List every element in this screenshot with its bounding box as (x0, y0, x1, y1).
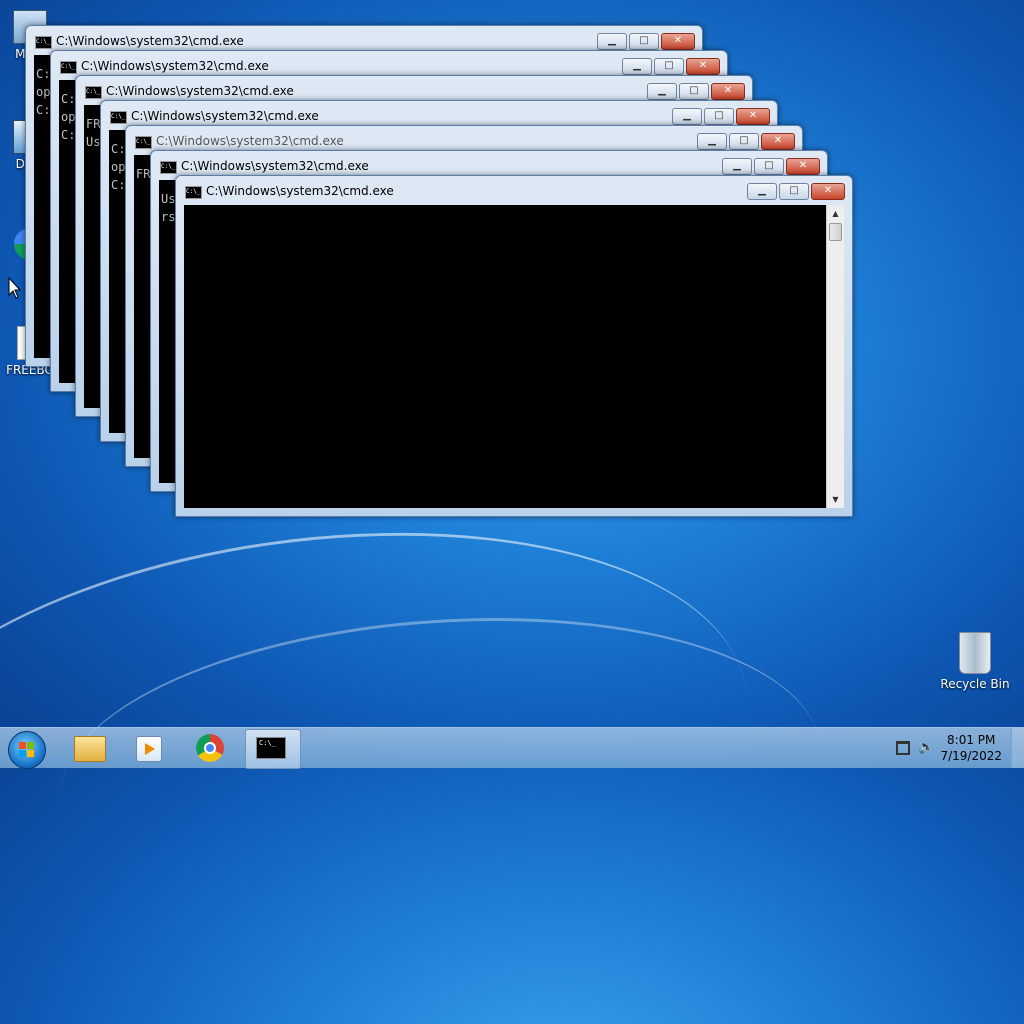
console-line: C: (61, 92, 76, 106)
console-line: op (111, 160, 126, 174)
minimize-icon: ▁ (683, 110, 691, 121)
minimize-button[interactable]: ▁ (647, 83, 677, 100)
scroll-up-icon[interactable]: ▲ (827, 205, 844, 222)
close-button[interactable]: ✕ (786, 158, 820, 175)
maximize-button[interactable]: □ (779, 183, 809, 200)
window-title: C:\Windows\system32\cmd.exe (181, 159, 369, 173)
close-icon: ✕ (723, 85, 733, 96)
cmd-icon: C:\_ (160, 161, 177, 174)
window-title: C:\Windows\system32\cmd.exe (56, 34, 244, 48)
cmd-window[interactable]: C:\_ C:\Windows\system32\cmd.exe ▁ □ ✕ ▲… (175, 175, 853, 517)
close-button[interactable]: ✕ (686, 58, 720, 75)
console-line: C: (36, 103, 51, 117)
mouse-cursor (8, 277, 22, 299)
cmd-icon: C:\_ (35, 36, 52, 49)
minimize-icon: ▁ (608, 35, 616, 46)
start-button[interactable] (8, 731, 46, 769)
console-line: op (36, 85, 51, 99)
close-button[interactable]: ✕ (711, 83, 745, 100)
maximize-icon: □ (789, 185, 799, 196)
maximize-icon: □ (664, 60, 674, 71)
system-tray: 🔈 8:01 PM 7/19/2022 (884, 728, 1024, 768)
console-line: C: (61, 128, 76, 142)
console-line: op (61, 110, 76, 124)
folder-icon (74, 736, 106, 762)
taskbar-cmd[interactable]: C:\_ (245, 729, 301, 769)
minimize-icon: ▁ (733, 160, 741, 171)
clock-date: 7/19/2022 (940, 749, 1002, 763)
minimize-icon: ▁ (708, 135, 716, 146)
maximize-button[interactable]: □ (729, 133, 759, 150)
maximize-button[interactable]: □ (654, 58, 684, 75)
maximize-button[interactable]: □ (704, 108, 734, 125)
maximize-button[interactable]: □ (679, 83, 709, 100)
console-line: Us (86, 135, 101, 149)
volume-icon[interactable]: 🔈 (918, 741, 934, 755)
recycle-bin-icon (959, 632, 991, 674)
windows-logo-icon (19, 742, 35, 758)
close-button[interactable]: ✕ (736, 108, 770, 125)
console-line: C: (111, 142, 126, 156)
scrollbar[interactable]: ▲ ▼ (826, 205, 844, 508)
minimize-icon: ▁ (633, 60, 641, 71)
close-button[interactable]: ✕ (661, 33, 695, 50)
minimize-icon: ▁ (758, 185, 766, 196)
scroll-down-icon[interactable]: ▼ (827, 491, 844, 508)
console-line: rs (161, 210, 176, 224)
maximize-button[interactable]: □ (629, 33, 659, 50)
taskbar-media-player[interactable] (122, 729, 176, 767)
taskbar-explorer[interactable] (62, 729, 116, 767)
window-title: C:\Windows\system32\cmd.exe (106, 84, 294, 98)
close-icon: ✕ (673, 35, 683, 46)
window-title: C:\Windows\system32\cmd.exe (156, 134, 344, 148)
maximize-button[interactable]: □ (754, 158, 784, 175)
cmd-icon: C:\_ (256, 737, 286, 759)
minimize-icon: ▁ (658, 85, 666, 96)
maximize-icon: □ (689, 85, 699, 96)
network-icon[interactable] (896, 741, 910, 755)
close-icon: ✕ (798, 160, 808, 171)
cmd-icon: C:\_ (60, 61, 77, 74)
minimize-button[interactable]: ▁ (597, 33, 627, 50)
show-desktop-button[interactable] (1011, 728, 1024, 768)
cmd-icon: C:\_ (135, 136, 152, 149)
chrome-icon (196, 734, 224, 762)
close-icon: ✕ (748, 110, 758, 121)
maximize-icon: □ (639, 35, 649, 46)
minimize-button[interactable]: ▁ (722, 158, 752, 175)
close-icon: ✕ (698, 60, 708, 71)
window-title: C:\Windows\system32\cmd.exe (206, 184, 394, 198)
minimize-button[interactable]: ▁ (747, 183, 777, 200)
maximize-icon: □ (739, 135, 749, 146)
window-title: C:\Windows\system32\cmd.exe (131, 109, 319, 123)
scroll-thumb[interactable] (829, 223, 842, 241)
media-player-icon (136, 736, 162, 762)
window-titlebar[interactable]: C:\_ C:\Windows\system32\cmd.exe ▁ □ ✕ (176, 176, 852, 204)
cmd-icon: C:\_ (185, 186, 202, 199)
clock-time: 8:01 PM (947, 733, 996, 747)
cmd-icon: C:\_ (85, 86, 102, 99)
close-button[interactable]: ✕ (811, 183, 845, 200)
desktop-icon-label: Recycle Bin (940, 677, 1010, 691)
console-line: C: (36, 67, 51, 81)
desktop-icon-recycle-bin[interactable]: Recycle Bin (940, 632, 1010, 691)
close-icon: ✕ (773, 135, 783, 146)
maximize-icon: □ (764, 160, 774, 171)
cmd-icon: C:\_ (110, 111, 127, 124)
minimize-button[interactable]: ▁ (672, 108, 702, 125)
minimize-button[interactable]: ▁ (697, 133, 727, 150)
close-button[interactable]: ✕ (761, 133, 795, 150)
window-title: C:\Windows\system32\cmd.exe (81, 59, 269, 73)
console-line: FR (136, 167, 151, 181)
console-output[interactable] (184, 205, 826, 508)
taskbar-chrome[interactable] (184, 729, 238, 767)
console-line: Us (161, 192, 176, 206)
close-icon: ✕ (823, 185, 833, 196)
maximize-icon: □ (714, 110, 724, 121)
clock[interactable]: 8:01 PM 7/19/2022 (940, 732, 1002, 764)
minimize-button[interactable]: ▁ (622, 58, 652, 75)
console-line: FR (86, 117, 101, 131)
console-line: C: (111, 178, 126, 192)
taskbar: C:\_ 🔈 8:01 PM 7/19/2022 (0, 727, 1024, 769)
